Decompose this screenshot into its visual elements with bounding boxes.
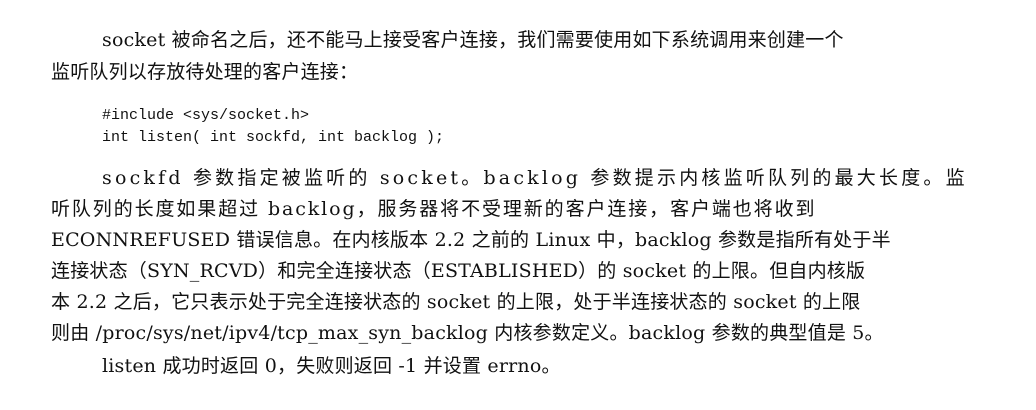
paragraph-2-line-5: 本 2.2 之后，它只表示处于完全连接状态的 socket 的上限，处于半连接状… (51, 291, 861, 313)
paragraph-2-line-1: sockfd 参数指定被监听的 socket。backlog 参数提示内核监听队… (102, 167, 968, 189)
paragraph-1-line-1: socket 被命名之后，还不能马上接受客户连接，我们需要使用如下系统调用来创建… (102, 29, 844, 51)
paragraph-1-line-2: 监听队列以存放待处理的客户连接： (51, 61, 359, 83)
paragraph-3-line-1: listen 成功时返回 0，失败则返回 -1 并设置 errno。 (102, 355, 561, 377)
paragraph-2-line-2: 听队列的长度如果超过 backlog，服务器将不受理新的客户连接，客户端也将收到 (51, 198, 817, 220)
paragraph-2-line-3: ECONNREFUSED 错误信息。在内核版本 2.2 之前的 Linux 中，… (51, 229, 891, 251)
paragraph-2-line-6: 则由 /proc/sys/net/ipv4/tcp_max_syn_backlo… (51, 322, 884, 344)
paragraph-2-line-4: 连接状态（SYN_RCVD）和完全连接状态（ESTABLISHED）的 sock… (51, 260, 866, 282)
document-page: socket 被命名之后，还不能马上接受客户连接，我们需要使用如下系统调用来创建… (0, 0, 1036, 410)
code-line-listen-signature: int listen( int sockfd, int backlog ); (102, 129, 445, 146)
code-line-include: #include <sys/socket.h> (102, 107, 310, 124)
